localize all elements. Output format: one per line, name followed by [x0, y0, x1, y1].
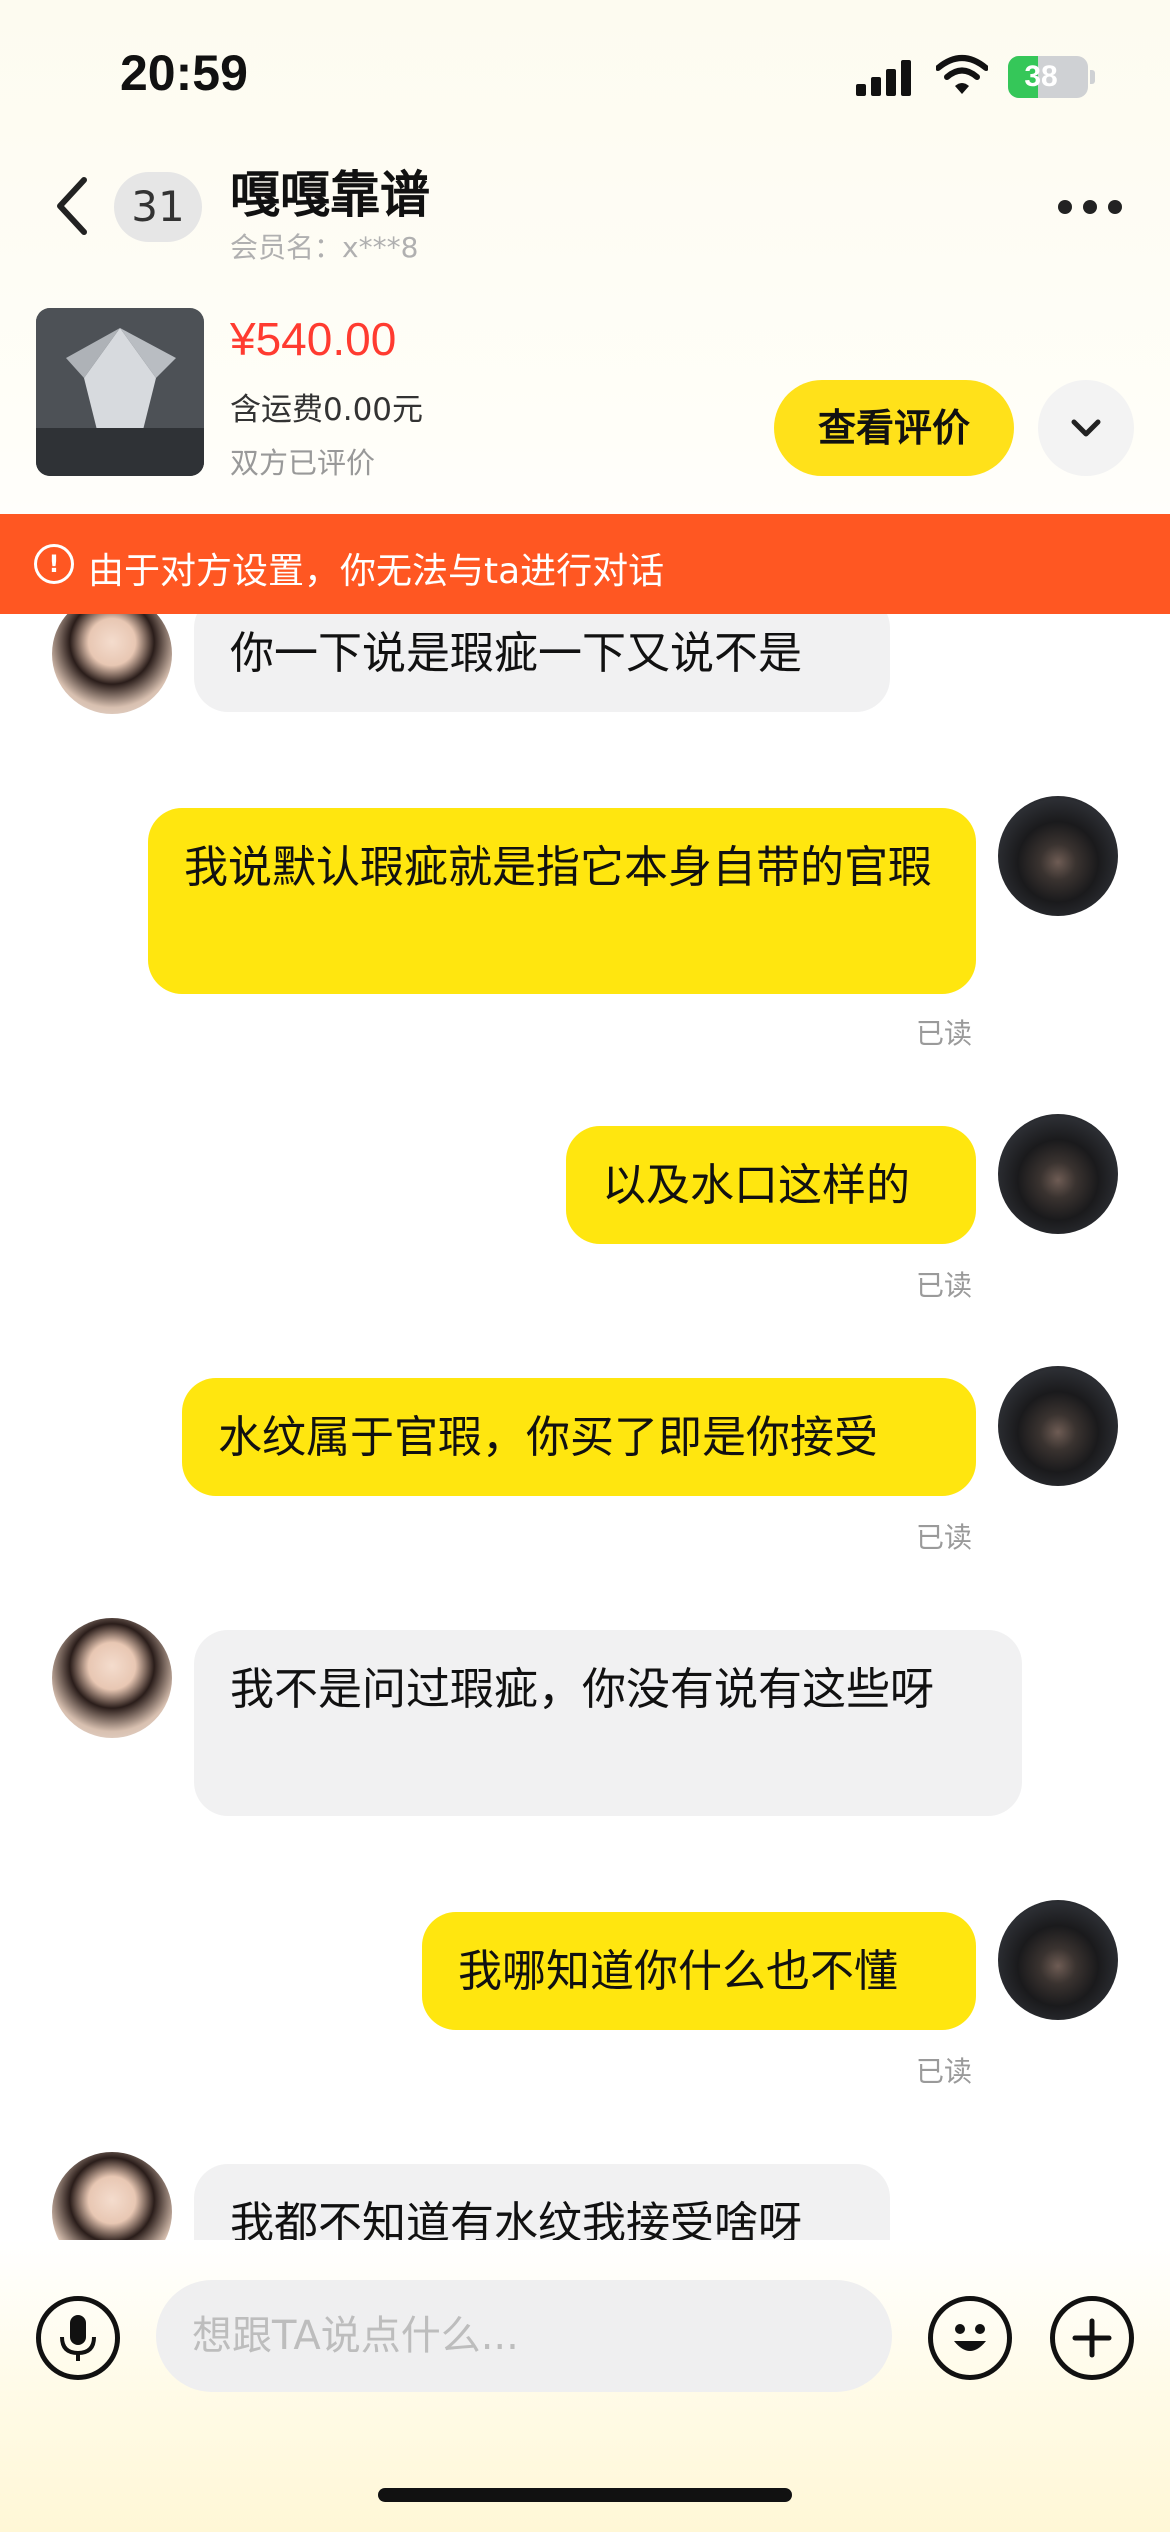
back-icon[interactable]	[52, 176, 92, 236]
product-thumbnail[interactable]	[36, 308, 204, 476]
more-icon[interactable]	[1058, 196, 1122, 218]
mic-button[interactable]	[36, 2296, 120, 2380]
battery-indicator: 38	[1008, 56, 1088, 98]
mic-icon	[60, 2315, 96, 2361]
message-list[interactable]: 你一下说是瑕疵一下又说不是 我说默认瑕疵就是指它本身自带的官瑕 已读 以及水口这…	[0, 614, 1170, 2240]
read-status: 已读	[916, 1269, 973, 1302]
member-name: 会员名：x***8	[230, 231, 419, 264]
plus-icon	[1072, 2318, 1112, 2358]
avatar[interactable]	[998, 1900, 1118, 2020]
battery-cap	[1090, 70, 1095, 84]
restriction-banner: ! 由于对方设置，你无法与ta进行对话	[0, 514, 1170, 614]
message-bubble[interactable]: 我哪知道你什么也不懂	[422, 1912, 976, 2030]
message-bubble[interactable]: 我都不知道有水纹我接受啥呀	[194, 2164, 890, 2240]
message-bubble[interactable]: 你一下说是瑕疵一下又说不是	[194, 614, 890, 712]
read-status: 已读	[916, 1521, 973, 1554]
unread-count-badge[interactable]: 31	[114, 172, 202, 242]
avatar[interactable]	[52, 2152, 172, 2240]
warning-icon: !	[34, 544, 74, 584]
shipping-fee: 含运费0.00元	[230, 392, 424, 428]
chevron-down-icon	[1071, 419, 1101, 437]
avatar[interactable]	[998, 1114, 1118, 1234]
avatar[interactable]	[52, 1618, 172, 1738]
plus-button[interactable]	[1050, 2296, 1134, 2380]
expand-button[interactable]	[1038, 380, 1134, 476]
signal-icon	[856, 60, 912, 96]
review-status: 双方已评价	[230, 446, 376, 480]
home-indicator	[378, 2488, 792, 2502]
avatar[interactable]	[998, 796, 1118, 916]
product-image	[36, 308, 204, 476]
wifi-icon	[936, 55, 988, 94]
message-bubble[interactable]: 我说默认瑕疵就是指它本身自带的官瑕	[148, 808, 976, 994]
read-status: 已读	[916, 2055, 973, 2088]
view-review-button[interactable]: 查看评价	[774, 380, 1014, 476]
banner-text: 由于对方设置，你无法与ta进行对话	[88, 551, 665, 592]
chat-title: 嘎嘎靠谱	[230, 166, 430, 224]
status-time: 20:59	[120, 45, 248, 101]
read-status: 已读	[916, 1017, 973, 1050]
message-bubble[interactable]: 以及水口这样的	[566, 1126, 976, 1244]
battery-level: 38	[1024, 60, 1058, 93]
message-bubble[interactable]: 水纹属于官瑕，你买了即是你接受	[182, 1378, 976, 1496]
avatar[interactable]	[998, 1366, 1118, 1486]
message-input[interactable]: 想跟TA说点什么...	[156, 2280, 892, 2392]
product-price: ¥540.00	[230, 313, 397, 365]
emoji-icon	[954, 2324, 986, 2351]
emoji-button[interactable]	[928, 2296, 1012, 2380]
message-bubble[interactable]: 我不是问过瑕疵，你没有说有这些呀	[194, 1630, 1022, 1816]
avatar[interactable]	[52, 614, 172, 714]
